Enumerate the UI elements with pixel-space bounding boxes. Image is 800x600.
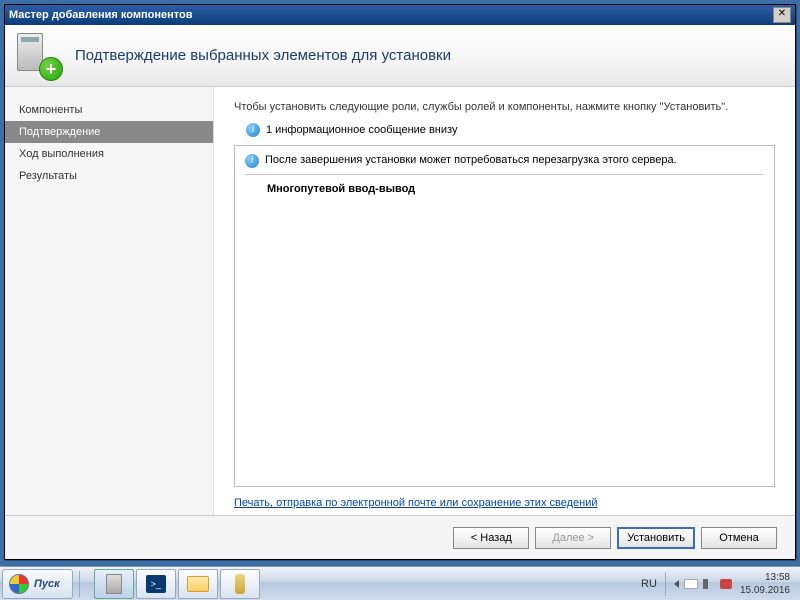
back-button[interactable]: < Назад (453, 527, 529, 549)
titlebar: Мастер добавления компонентов ✕ (5, 5, 795, 25)
task-powershell[interactable]: >_ (136, 569, 176, 599)
plus-icon: + (39, 57, 63, 81)
page-title: Подтверждение выбранных элементов для ус… (75, 47, 451, 64)
system-tray: RU 13:58 15.09.2016 (641, 571, 800, 597)
wizard-window: Мастер добавления компонентов ✕ + Подтве… (4, 4, 796, 560)
step-confirmation[interactable]: Подтверждение (5, 121, 213, 143)
component-name: Многопутевой ввод-вывод (245, 183, 764, 195)
clock-time: 13:58 (740, 571, 790, 584)
instruction-text: Чтобы установить следующие роли, службы … (234, 101, 775, 113)
next-button: Далее > (535, 527, 611, 549)
selection-panel: i После завершения установки может потре… (234, 145, 775, 487)
wizard-steps: Компоненты Подтверждение Ход выполнения … (5, 87, 214, 559)
info-icon: i (246, 123, 260, 137)
info-message-count: i 1 информационное сообщение внизу (234, 123, 775, 137)
language-indicator[interactable]: RU (641, 578, 657, 590)
task-explorer[interactable] (178, 569, 218, 599)
export-link[interactable]: Печать, отправка по электронной почте ил… (234, 497, 598, 509)
wizard-header: + Подтверждение выбранных элементов для … (5, 25, 795, 87)
clock-date: 15.09.2016 (740, 584, 790, 597)
warning-row: i После завершения установки может потре… (245, 154, 764, 175)
content-area: Чтобы установить следующие роли, службы … (214, 87, 795, 559)
clock[interactable]: 13:58 15.09.2016 (740, 571, 794, 597)
start-label: Пуск (34, 578, 60, 590)
info-icon: i (245, 154, 259, 168)
network-icon[interactable] (720, 579, 732, 589)
task-buttons: >_ (94, 569, 260, 599)
tray-expand-icon[interactable] (674, 580, 679, 588)
taskbar: Пуск >_ RU 13:58 15.09.2016 (0, 566, 800, 600)
install-button[interactable]: Установить (617, 527, 695, 549)
flag-icon[interactable] (684, 579, 698, 589)
window-title: Мастер добавления компонентов (9, 9, 773, 21)
cancel-button[interactable]: Отмена (701, 527, 777, 549)
task-security[interactable] (220, 569, 260, 599)
info-count-text: 1 информационное сообщение внизу (266, 124, 457, 136)
step-components[interactable]: Компоненты (5, 99, 213, 121)
step-progress[interactable]: Ход выполнения (5, 143, 213, 165)
task-server-manager[interactable] (94, 569, 134, 599)
wizard-icon: + (15, 33, 61, 79)
start-button[interactable]: Пуск (2, 569, 73, 599)
close-button[interactable]: ✕ (773, 7, 791, 23)
volume-icon[interactable] (703, 579, 715, 589)
warning-text: После завершения установки может потребо… (265, 154, 677, 166)
windows-orb-icon (9, 574, 29, 594)
step-results[interactable]: Результаты (5, 165, 213, 187)
wizard-footer: < Назад Далее > Установить Отмена (5, 515, 795, 559)
